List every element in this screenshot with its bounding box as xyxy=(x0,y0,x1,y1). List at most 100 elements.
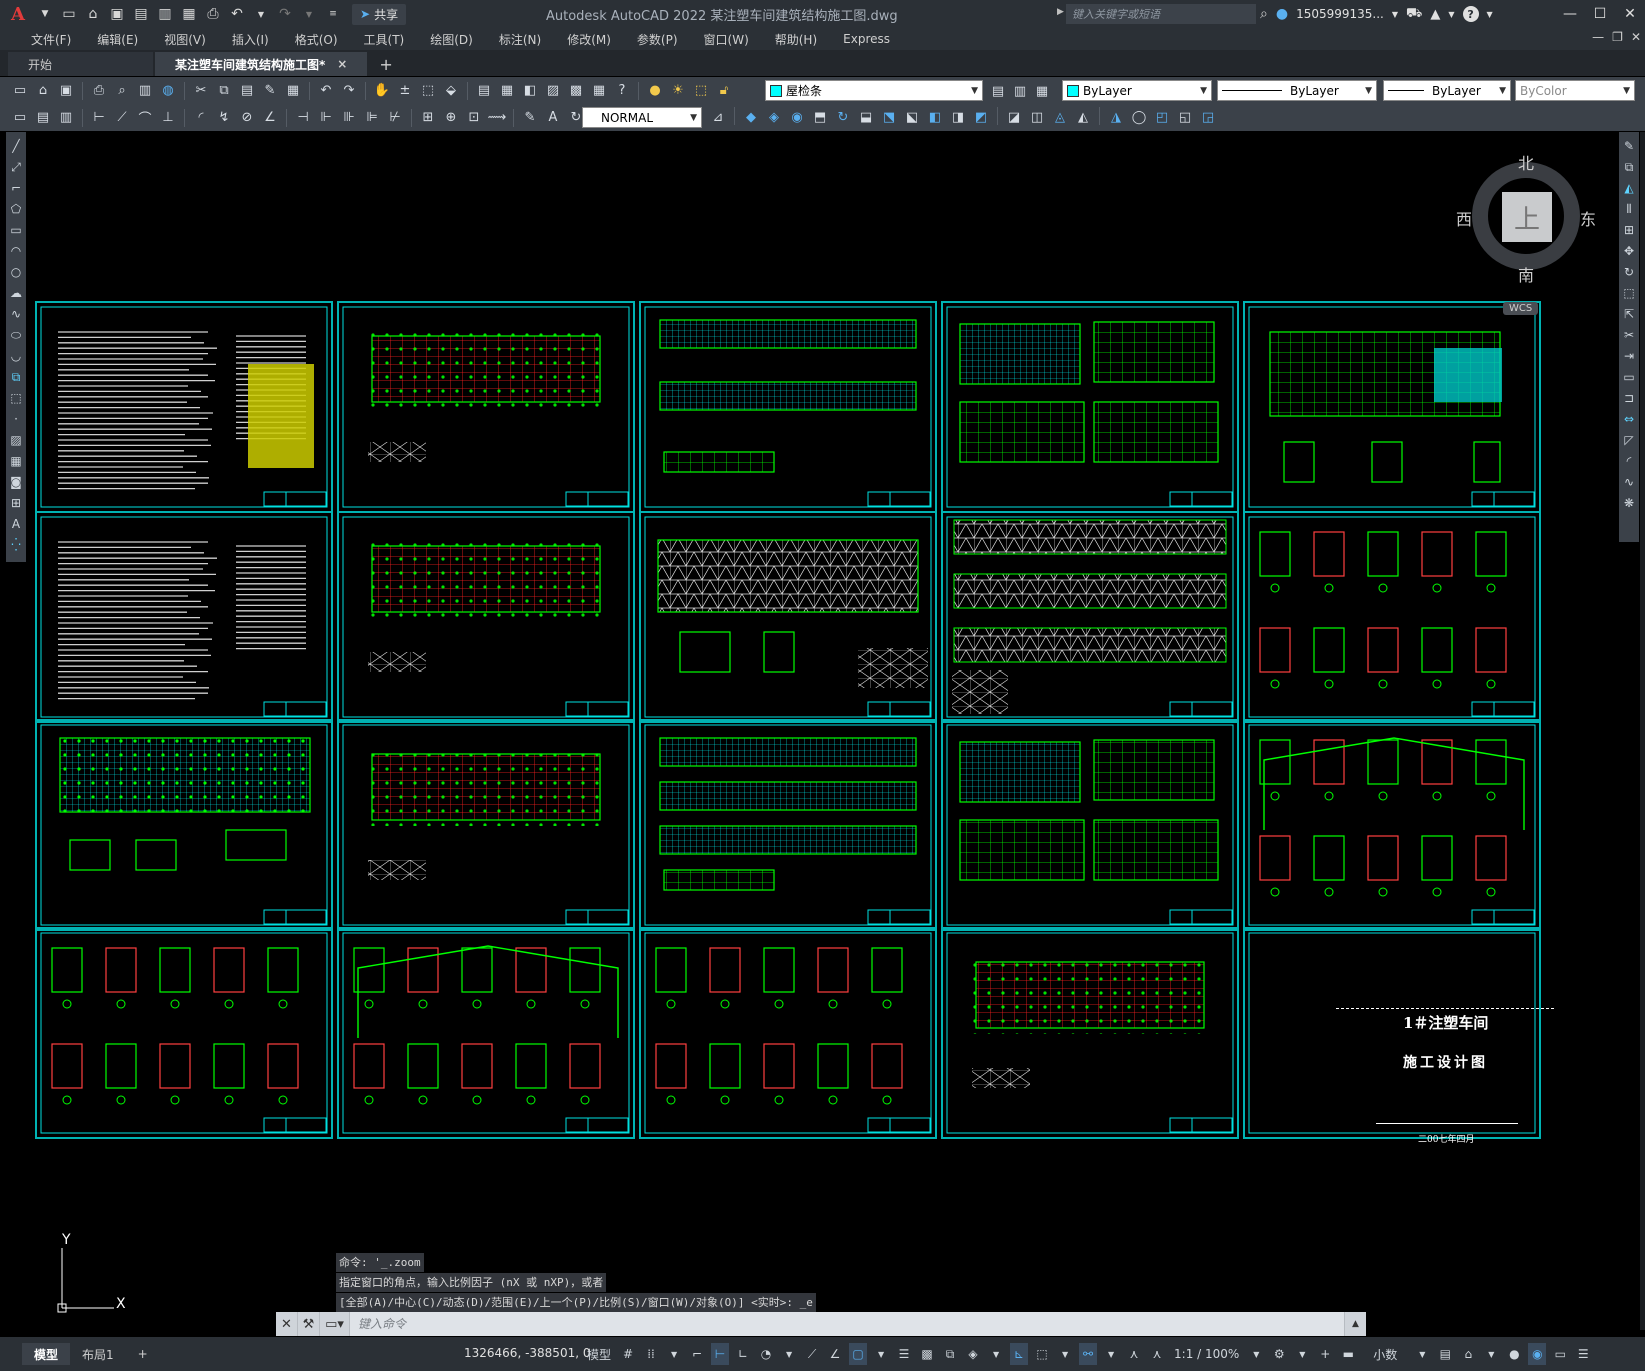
tb-undo-icon[interactable]: ↶ xyxy=(316,81,336,101)
stretch-icon[interactable]: ⇱ xyxy=(1620,304,1638,324)
recent-commands-icon[interactable]: ▭▾ xyxy=(320,1312,350,1336)
command-input[interactable] xyxy=(350,1312,1344,1336)
minimize-icon[interactable]: — xyxy=(1555,0,1585,28)
tb-open-icon[interactable]: ⌂ xyxy=(33,81,53,101)
dimstyle-dropdown[interactable]: NORMAL ▼ xyxy=(582,107,702,128)
break-at-point-icon[interactable]: ▭ xyxy=(1620,367,1638,387)
3d-rotate-icon[interactable]: ◯ xyxy=(1129,107,1149,127)
3d-shell-icon[interactable]: ◪ xyxy=(1004,107,1024,127)
draw-circle-icon[interactable]: ○ xyxy=(7,262,25,282)
3d-mirror-icon[interactable]: ◱ xyxy=(1175,107,1195,127)
3d-union-icon[interactable]: ⬕ xyxy=(902,107,922,127)
draw-xline-icon[interactable]: ⤢ xyxy=(7,157,25,177)
linetype-dropdown[interactable]: ByLayer ▼ xyxy=(1217,80,1377,101)
save-to-web-icon[interactable]: ▦ xyxy=(178,3,200,25)
menu-draw[interactable]: 绘图(D) xyxy=(417,31,486,48)
drawing-canvas[interactable]: 1＃注塑车间 施工设计图 二00七年四月 xyxy=(30,132,1610,1330)
quick-properties-icon[interactable]: ▤ xyxy=(1436,1343,1454,1365)
tb-copy-icon[interactable]: ⧉ xyxy=(214,81,234,101)
3d-thicken-icon[interactable]: ◬ xyxy=(1050,107,1070,127)
model-space-toggle[interactable]: 模型 xyxy=(584,1343,614,1365)
dim-continue-icon[interactable]: ⊪ xyxy=(339,108,359,128)
dim-radius-icon[interactable]: ◜ xyxy=(191,108,211,128)
draw-spline-icon[interactable]: ∿ xyxy=(7,304,25,324)
undo-icon[interactable]: ↶ xyxy=(226,3,248,25)
clean-screen-icon[interactable]: ▭ xyxy=(1551,1343,1569,1365)
tab-drawing[interactable]: 某注塑车间建筑结构施工图* × xyxy=(155,52,368,76)
draw-line-icon[interactable]: ╱ xyxy=(7,136,25,156)
app-dropdown-icon[interactable]: ▼ xyxy=(1448,10,1454,19)
draw-revcloud-icon[interactable]: ☁ xyxy=(7,283,25,303)
lock-ui-icon[interactable]: ⌂ xyxy=(1459,1343,1477,1365)
hatch-icon[interactable]: ▨ xyxy=(7,430,25,450)
scale-icon[interactable]: ⬚ xyxy=(1620,283,1638,303)
workspace-gear-icon[interactable]: ⚙ xyxy=(1270,1343,1288,1365)
3d-slice-icon[interactable]: ◩ xyxy=(971,107,991,127)
dim-edit-icon[interactable]: ✎ xyxy=(520,108,540,128)
tb-matchprop-icon[interactable]: ✎ xyxy=(260,81,280,101)
dim-angular-icon[interactable]: ∠ xyxy=(260,108,280,128)
insert-block-icon[interactable]: ⧉ xyxy=(7,367,25,387)
isolate-objects-icon[interactable]: ● xyxy=(1505,1343,1523,1365)
units-toggle-icon[interactable]: ▬ xyxy=(1339,1343,1357,1365)
tb2-layout-icon[interactable]: ▭ xyxy=(10,108,30,128)
3d-osnap-icon[interactable]: ◈ xyxy=(964,1343,982,1365)
3d-sweep-icon[interactable]: ⬓ xyxy=(856,107,876,127)
scale-dropdown-icon[interactable]: ▼ xyxy=(1247,1343,1265,1365)
3d-osnap-dropdown-icon[interactable]: ▼ xyxy=(987,1343,1005,1365)
3d-subtract-icon[interactable]: ◧ xyxy=(925,107,945,127)
jogged-linear-icon[interactable]: ⟿ xyxy=(487,108,507,128)
break-icon[interactable]: ⊐ xyxy=(1620,388,1638,408)
menu-format[interactable]: 格式(O) xyxy=(282,31,351,48)
mirror-icon[interactable]: ◭ xyxy=(1620,178,1638,198)
units-dropdown-icon[interactable]: ▼ xyxy=(1413,1343,1431,1365)
autocad-logo-icon[interactable]: A xyxy=(4,3,32,25)
dim-arc-icon[interactable]: ⌒ xyxy=(135,108,155,128)
3d-align-icon[interactable]: ◰ xyxy=(1152,107,1172,127)
doc-restore-icon[interactable]: ❐ xyxy=(1612,30,1623,44)
annotation-scale-dropdown-icon[interactable]: ▼ xyxy=(1102,1343,1120,1365)
doc-close-icon[interactable]: ✕ xyxy=(1631,30,1641,44)
make-current-layer-icon[interactable]: ▥ xyxy=(1010,81,1030,101)
transparency-icon[interactable]: ▩ xyxy=(918,1343,936,1365)
osnap-dropdown-icon[interactable]: ▼ xyxy=(872,1343,890,1365)
dim-quick-icon[interactable]: ⊣ xyxy=(293,108,313,128)
tb-redo-icon[interactable]: ↷ xyxy=(339,81,359,101)
gradient-icon[interactable]: ▦ xyxy=(7,451,25,471)
selection-filter-icon[interactable]: ⬚ xyxy=(1033,1343,1051,1365)
save-as-icon[interactable]: ▤ xyxy=(130,3,152,25)
menu-dimension[interactable]: 标注(N) xyxy=(486,31,554,48)
plotstyle-dropdown[interactable]: ByColor ▼ xyxy=(1515,80,1635,101)
tab-close-icon[interactable]: × xyxy=(337,57,347,71)
draw-rectangle-icon[interactable]: ▭ xyxy=(7,220,25,240)
user-dropdown-icon[interactable]: ▼ xyxy=(1392,10,1398,19)
menu-parametric[interactable]: 参数(P) xyxy=(624,31,691,48)
auto-scale-icon[interactable]: ⋏ xyxy=(1125,1343,1143,1365)
selection-cycling-icon[interactable]: ⧉ xyxy=(941,1343,959,1365)
workspace-dropdown-icon[interactable]: ▼ xyxy=(1293,1343,1311,1365)
dimstyle-manager-icon[interactable]: ⊿ xyxy=(708,107,728,127)
redo-dropdown-icon[interactable]: ▼ xyxy=(298,3,320,25)
menu-insert[interactable]: 插入(I) xyxy=(219,31,282,48)
help-dropdown-icon[interactable]: ▼ xyxy=(1487,10,1493,19)
save-icon[interactable]: ▣ xyxy=(106,3,128,25)
chamfer-icon[interactable]: ◸ xyxy=(1620,430,1638,450)
tolerance-icon[interactable]: ⊞ xyxy=(418,108,438,128)
hardware-acceleration-icon[interactable]: ◉ xyxy=(1528,1343,1547,1365)
tb-3dprint-icon[interactable]: ◍ xyxy=(158,81,178,101)
tb-blockeditor-icon[interactable]: ▦ xyxy=(283,81,303,101)
viewcube-top-face[interactable]: 上 xyxy=(1502,192,1552,242)
tb-paste-icon[interactable]: ▤ xyxy=(237,81,257,101)
menu-window[interactable]: 窗口(W) xyxy=(691,31,762,48)
color-dropdown[interactable]: ByLayer ▼ xyxy=(1062,80,1212,101)
annotation-visibility-icon[interactable]: ⚯ xyxy=(1079,1343,1098,1365)
tab-layout1[interactable]: 布局1 xyxy=(70,1343,126,1365)
wcs-menu[interactable]: WCS xyxy=(1503,302,1539,315)
dim-ordinate-icon[interactable]: ⊥ xyxy=(158,108,178,128)
grid-icon[interactable]: # xyxy=(619,1343,637,1365)
command-customize-icon[interactable]: ⚒ xyxy=(298,1312,320,1336)
dim-aligned-icon[interactable]: ⟋ xyxy=(112,108,132,128)
blend-curves-icon[interactable]: ∿ xyxy=(1620,472,1638,492)
tb-calculator-icon[interactable]: ▦ xyxy=(589,81,609,101)
command-close-icon[interactable]: ✕ xyxy=(276,1312,298,1336)
